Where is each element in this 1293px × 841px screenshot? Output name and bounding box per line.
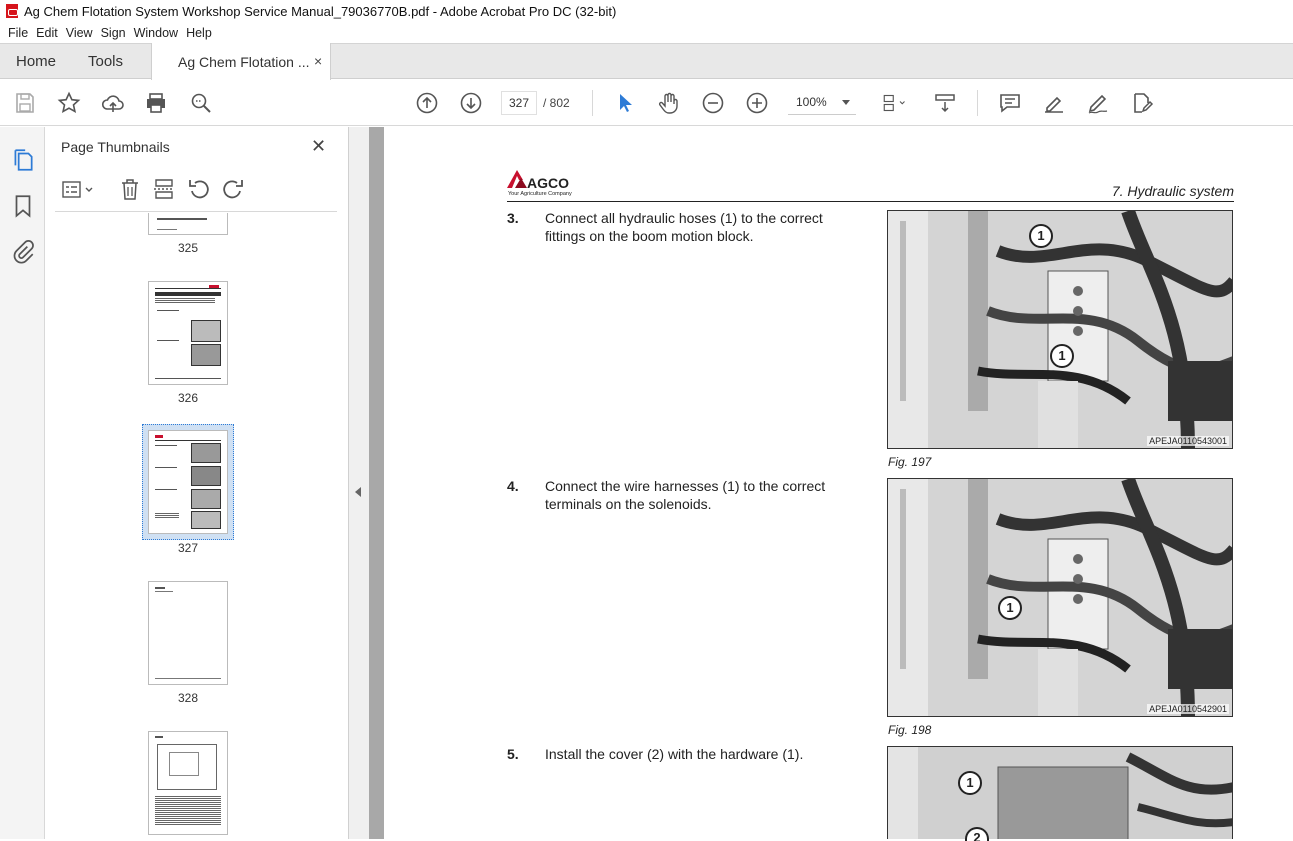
tab-bar: Home Tools Ag Chem Flotation ... × [0, 43, 1293, 80]
page-thumbnail-329[interactable] [148, 731, 228, 835]
options-menu-icon[interactable] [61, 179, 97, 201]
main-toolbar: 327 / 802 100% [0, 80, 1293, 126]
step-number: 3. [507, 210, 519, 226]
tab-close-button[interactable]: × [314, 53, 322, 69]
step-text: Install the cover (2) with the hardware … [545, 746, 804, 762]
agco-logo: AGCO Your Agriculture Company [505, 166, 585, 198]
panel-title: Page Thumbnails [61, 139, 170, 155]
fill-sign-icon[interactable] [1129, 90, 1155, 116]
zoom-value: 100% [796, 95, 827, 109]
page-display-icon[interactable] [876, 90, 912, 116]
figure-code: APEJA0110543001 [1147, 436, 1229, 446]
step-text: Connect all hydraulic hoses (1) to the c… [545, 210, 823, 244]
tab-home[interactable]: Home [16, 53, 56, 70]
next-page-icon[interactable] [458, 90, 484, 116]
extract-page-icon[interactable] [153, 177, 175, 201]
figure-caption: Fig. 197 [888, 455, 932, 469]
page-thumbnail-327[interactable] [148, 430, 228, 534]
menu-bar: File Edit View Sign Window Help [0, 22, 1293, 43]
close-panel-icon[interactable]: ✕ [311, 136, 326, 157]
step-number: 5. [507, 746, 519, 762]
figure-image: APEJA0110543001 [887, 210, 1233, 449]
highlight-pen-icon[interactable] [1041, 90, 1067, 116]
print-icon[interactable] [143, 90, 169, 116]
page-number-input[interactable]: 327 [501, 91, 537, 115]
menu-file[interactable]: File [8, 26, 28, 40]
callout-marker: 1 [998, 596, 1022, 620]
page-thumbnails-panel: Page Thumbnails ✕ 325 326 327 328 [45, 127, 387, 839]
svg-text:Your Agriculture Company: Your Agriculture Company [508, 191, 572, 197]
save-icon[interactable] [12, 90, 38, 116]
tab-document-label: Ag Chem Flotation ... [178, 54, 310, 70]
upload-cloud-icon[interactable] [100, 90, 126, 116]
page-thumbnail-325[interactable] [148, 213, 228, 235]
rotate-right-icon[interactable] [221, 177, 245, 201]
find-zoom-icon[interactable] [188, 90, 214, 116]
step-text: Connect the wire harnesses (1) to the co… [545, 478, 826, 512]
callout-marker: 1 [958, 771, 982, 795]
menu-edit[interactable]: Edit [36, 26, 58, 40]
zoom-out-icon[interactable] [700, 90, 726, 116]
zoom-in-icon[interactable] [744, 90, 770, 116]
header-rule [507, 201, 1234, 202]
collapse-arrow-icon[interactable] [355, 487, 361, 497]
thumbnail-list: 325 326 327 328 [45, 213, 327, 839]
page-thumbnail-label: 327 [177, 541, 199, 555]
title-bar: Ag Chem Flotation System Workshop Servic… [0, 0, 1293, 22]
svg-text:AGCO: AGCO [527, 175, 569, 191]
panel-toolbar [59, 177, 339, 205]
callout-marker: 1 [1029, 224, 1053, 248]
chevron-down-icon [842, 100, 850, 105]
bookmark-star-icon[interactable] [56, 90, 82, 116]
left-rail [0, 127, 45, 839]
toolbar-divider [592, 90, 593, 116]
page-thumbnail-label: 326 [177, 391, 199, 405]
scroll-mode-icon[interactable] [932, 90, 958, 116]
callout-marker: 1 [1050, 344, 1074, 368]
page-thumbnail-label: 328 [177, 691, 199, 705]
menu-sign[interactable]: Sign [101, 26, 126, 40]
page-thumbnail-label: 325 [177, 241, 199, 255]
menu-help[interactable]: Help [186, 26, 212, 40]
select-cursor-icon[interactable] [612, 90, 638, 116]
figure-image: APEJA0110542901 [887, 478, 1233, 717]
section-title: 7. Hydraulic system [1111, 183, 1234, 199]
step-number: 4. [507, 478, 519, 494]
window-title: Ag Chem Flotation System Workshop Servic… [24, 3, 617, 19]
delete-page-icon[interactable] [119, 177, 141, 201]
figure-code: APEJA0110542901 [1147, 704, 1229, 714]
menu-view[interactable]: View [66, 26, 93, 40]
previous-page-icon[interactable] [414, 90, 440, 116]
tab-tools[interactable]: Tools [88, 53, 123, 70]
page-total: / 802 [543, 96, 570, 110]
attachments-icon[interactable] [10, 239, 36, 265]
comment-icon[interactable] [997, 90, 1023, 116]
page-thumbnail-326[interactable] [148, 281, 228, 385]
sign-pen-icon[interactable] [1085, 90, 1111, 116]
bookmarks-icon[interactable] [10, 193, 36, 219]
toolbar-divider [977, 90, 978, 116]
page-thumbnail-328[interactable] [148, 581, 228, 685]
panel-divider [55, 211, 337, 212]
menu-window[interactable]: Window [134, 26, 178, 40]
acrobat-icon [6, 4, 18, 18]
rotate-left-icon[interactable] [187, 177, 211, 201]
zoom-select[interactable]: 100% [788, 91, 856, 115]
panel-collapse-strip[interactable] [349, 127, 369, 839]
hand-tool-icon[interactable] [656, 90, 682, 116]
figure-caption: Fig. 198 [888, 723, 932, 737]
page-thumbnails-icon[interactable] [10, 147, 36, 173]
tab-document[interactable]: Ag Chem Flotation ... × [151, 43, 331, 80]
figure-image [887, 746, 1233, 839]
